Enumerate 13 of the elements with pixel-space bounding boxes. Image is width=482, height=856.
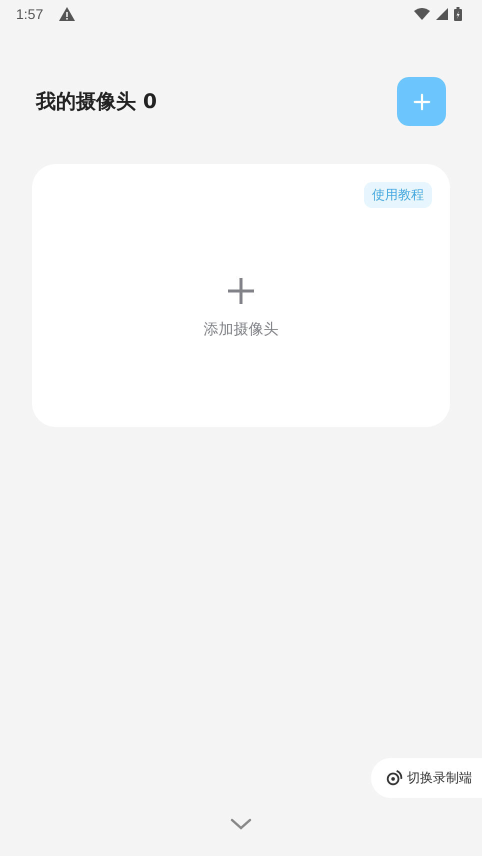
signal-icon	[436, 8, 448, 20]
battery-icon	[454, 7, 462, 21]
add-camera-label[interactable]: 添加摄像头	[204, 320, 278, 339]
warning-icon	[59, 7, 76, 21]
tutorial-button[interactable]: 使用教程	[364, 182, 432, 208]
wifi-icon	[414, 8, 430, 20]
add-button[interactable]	[397, 77, 446, 126]
chevron-down-icon[interactable]	[230, 818, 252, 830]
page-title: 我的摄像头 0	[36, 88, 157, 115]
plus-icon	[412, 92, 430, 110]
status-time: 1:57	[16, 6, 44, 22]
plus-icon[interactable]	[226, 276, 256, 306]
switch-recorder-button[interactable]: 切换录制端	[371, 758, 482, 798]
